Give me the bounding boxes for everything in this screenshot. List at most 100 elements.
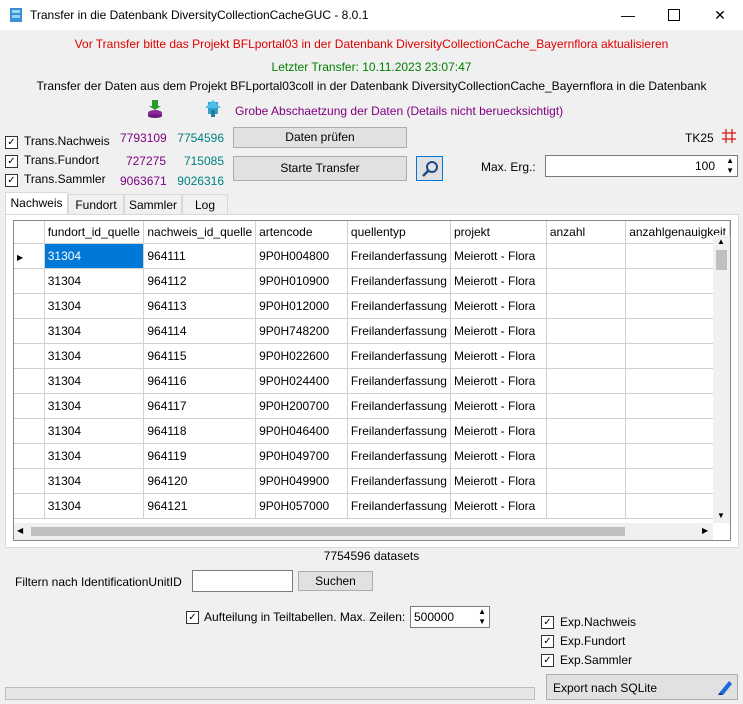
table-cell[interactable]: Freilanderfassung: [347, 393, 451, 419]
table-row[interactable]: 31304 964119 9P0H049700 Freilanderfassung Me…: [14, 443, 730, 469]
column-header[interactable]: nachweis_id_quelle: [143, 221, 257, 244]
table-cell[interactable]: [546, 468, 627, 494]
table-cell[interactable]: 9P0H748200: [255, 318, 348, 344]
table-cell[interactable]: Meierott - Flora: [450, 418, 547, 444]
table-cell[interactable]: Meierott - Flora: [450, 243, 547, 269]
table-cell[interactable]: 9P0H024400: [255, 368, 348, 394]
estimate-label[interactable]: Grobe Abschaetzung der Daten (Details ni…: [235, 104, 563, 118]
tab-sammler[interactable]: Sammler: [124, 194, 182, 214]
table-cell[interactable]: [546, 493, 627, 519]
table-cell[interactable]: Freilanderfassung: [347, 443, 451, 469]
table-cell[interactable]: 31304: [44, 243, 145, 269]
row-selector[interactable]: [14, 393, 45, 419]
check-data-button[interactable]: Daten prüfen: [233, 127, 407, 148]
row-selector[interactable]: [14, 368, 45, 394]
table-cell[interactable]: 9P0H010900: [255, 268, 348, 294]
column-header[interactable]: fundort_id_quelle: [44, 221, 145, 244]
table-cell[interactable]: [546, 368, 627, 394]
maximize-button[interactable]: [651, 0, 697, 30]
table-cell[interactable]: [546, 293, 627, 319]
table-cell[interactable]: [546, 418, 627, 444]
table-cell[interactable]: 31304: [44, 468, 145, 494]
filter-input[interactable]: [192, 570, 293, 592]
horizontal-scroll-thumb[interactable]: [31, 527, 625, 536]
table-cell[interactable]: 31304: [44, 368, 145, 394]
table-cell[interactable]: 9P0H012000: [255, 293, 348, 319]
table-cell[interactable]: [546, 443, 627, 469]
table-row[interactable]: 31304 964118 9P0H046400 Freilanderfassung Me…: [14, 418, 730, 444]
table-cell[interactable]: 31304: [44, 443, 145, 469]
table-cell[interactable]: Freilanderfassung: [347, 418, 451, 444]
trans-sammler-checkbox[interactable]: ✓: [5, 174, 18, 187]
column-header[interactable]: quellentyp: [347, 221, 451, 244]
table-cell[interactable]: 964114: [143, 318, 257, 344]
table-cell[interactable]: Meierott - Flora: [450, 393, 547, 419]
table-cell[interactable]: Meierott - Flora: [450, 443, 547, 469]
table-cell[interactable]: Meierott - Flora: [450, 343, 547, 369]
table-cell[interactable]: Meierott - Flora: [450, 268, 547, 294]
grid-icon[interactable]: [722, 129, 736, 146]
table-cell[interactable]: [546, 393, 627, 419]
tab-nachweis[interactable]: Nachweis: [5, 192, 68, 214]
exp-sammler-checkbox[interactable]: ✓: [541, 654, 554, 667]
table-cell[interactable]: 964117: [143, 393, 257, 419]
table-cell[interactable]: Freilanderfassung: [347, 268, 451, 294]
exp-fundort-checkbox[interactable]: ✓: [541, 635, 554, 648]
row-selector[interactable]: [14, 493, 45, 519]
table-cell[interactable]: 31304: [44, 393, 145, 419]
column-header[interactable]: anzahl: [546, 221, 627, 244]
table-cell[interactable]: 964118: [143, 418, 257, 444]
row-selector[interactable]: [14, 268, 45, 294]
trans-nachweis-checkbox[interactable]: ✓: [5, 136, 18, 149]
scroll-down-icon[interactable]: ▼: [717, 511, 725, 520]
tab-log[interactable]: Log: [182, 194, 228, 214]
table-cell[interactable]: Freilanderfassung: [347, 468, 451, 494]
column-header[interactable]: artencode: [255, 221, 348, 244]
table-cell[interactable]: 964115: [143, 343, 257, 369]
row-selector-current[interactable]: ▶: [14, 243, 45, 269]
table-row[interactable]: 31304 964114 9P0H748200 Freilanderfassung Me…: [14, 318, 730, 344]
table-cell[interactable]: 9P0H004800: [255, 243, 348, 269]
max-rows-spinner[interactable]: 500000 ▲ ▼: [410, 606, 490, 628]
vertical-scroll-thumb[interactable]: [716, 250, 727, 270]
spinner-arrows-icon[interactable]: ▲ ▼: [478, 607, 486, 627]
table-row[interactable]: 31304 964120 9P0H049900 Freilanderfassung Me…: [14, 468, 730, 494]
table-row[interactable]: 31304 964116 9P0H024400 Freilanderfassung Me…: [14, 368, 730, 394]
table-cell[interactable]: 31304: [44, 418, 145, 444]
table-row[interactable]: 31304 964115 9P0H022600 Freilanderfassung Me…: [14, 343, 730, 369]
table-cell[interactable]: Freilanderfassung: [347, 243, 451, 269]
table-row[interactable]: 31304 964121 9P0H057000 Freilanderfassung Me…: [14, 493, 730, 519]
table-cell[interactable]: 31304: [44, 493, 145, 519]
row-selector[interactable]: [14, 468, 45, 494]
row-selector[interactable]: [14, 293, 45, 319]
scroll-up-icon[interactable]: ▲: [717, 237, 725, 246]
table-cell[interactable]: 9P0H049900: [255, 468, 348, 494]
table-cell[interactable]: Freilanderfassung: [347, 318, 451, 344]
table-cell[interactable]: Meierott - Flora: [450, 368, 547, 394]
table-cell[interactable]: [546, 243, 627, 269]
row-selector[interactable]: [14, 418, 45, 444]
search-button[interactable]: [416, 156, 443, 181]
column-header[interactable]: projekt: [450, 221, 547, 244]
tab-fundort[interactable]: Fundort: [68, 194, 124, 214]
table-cell[interactable]: [546, 343, 627, 369]
export-sqlite-button[interactable]: Export nach SQLite: [546, 674, 738, 700]
search-filter-button[interactable]: Suchen: [298, 571, 373, 591]
table-cell[interactable]: Freilanderfassung: [347, 493, 451, 519]
close-button[interactable]: ✕: [697, 0, 743, 30]
table-cell[interactable]: 9P0H049700: [255, 443, 348, 469]
table-row[interactable]: 31304 964117 9P0H200700 Freilanderfassung Me…: [14, 393, 730, 419]
table-row[interactable]: ▶ 31304 964111 9P0H004800 Freilanderfassung M…: [14, 243, 730, 269]
table-row[interactable]: 31304 964113 9P0H012000 Freilanderfassung Me…: [14, 293, 730, 319]
database-upload-icon[interactable]: [147, 100, 163, 121]
vertical-scrollbar[interactable]: ▲ ▼: [713, 235, 730, 523]
tree-icon[interactable]: [205, 100, 221, 121]
table-cell[interactable]: 9P0H046400: [255, 418, 348, 444]
table-cell[interactable]: 31304: [44, 343, 145, 369]
scroll-right-icon[interactable]: ▶: [702, 526, 708, 535]
table-cell[interactable]: 31304: [44, 268, 145, 294]
spinner-arrows-icon[interactable]: ▲ ▼: [726, 156, 734, 176]
split-checkbox[interactable]: ✓: [186, 611, 199, 624]
row-selector[interactable]: [14, 443, 45, 469]
table-cell[interactable]: Freilanderfassung: [347, 368, 451, 394]
